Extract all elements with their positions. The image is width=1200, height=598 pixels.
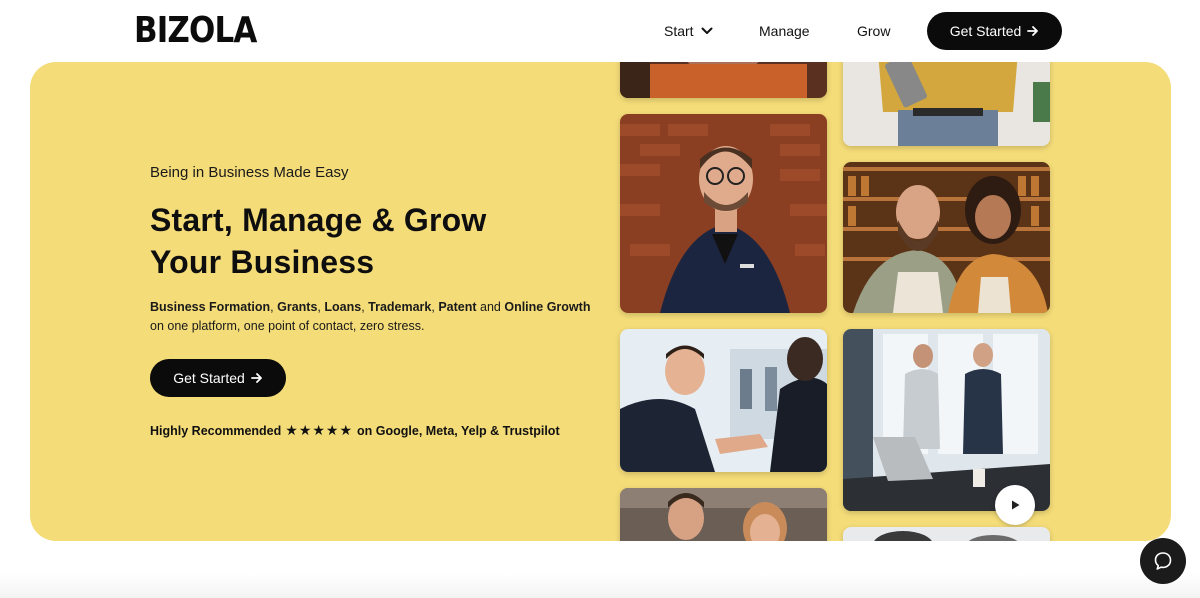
nav-start[interactable]: Start bbox=[664, 0, 714, 62]
recommend-prefix: Highly Recommended bbox=[150, 423, 282, 438]
service-business-formation: Business Formation bbox=[150, 300, 271, 314]
video-play-button[interactable] bbox=[995, 485, 1035, 525]
service-grants: Grants bbox=[277, 300, 318, 314]
photo-tile-smiling-team bbox=[620, 488, 827, 541]
chevron-down-icon bbox=[701, 27, 713, 34]
chat-icon bbox=[1154, 552, 1172, 570]
header-get-started-button[interactable]: Get Started bbox=[927, 12, 1062, 50]
next-section-edge bbox=[0, 574, 1200, 598]
header-cta-label: Get Started bbox=[949, 23, 1022, 39]
chat-widget-button[interactable] bbox=[1140, 538, 1186, 584]
photo-tile-meeting-room bbox=[843, 329, 1050, 511]
recommend-suffix: on Google, Meta, Yelp & Trustpilot bbox=[357, 423, 560, 438]
photo-meeting-room bbox=[843, 329, 1050, 511]
hero-headline-line1: Start, Manage & Grow bbox=[150, 202, 487, 238]
services-separator: and bbox=[476, 300, 505, 314]
photo-team-partial bbox=[843, 527, 1050, 541]
service-trademark: Trademark bbox=[368, 300, 432, 314]
photo-smiling-team bbox=[620, 488, 827, 541]
play-icon bbox=[1012, 500, 1020, 510]
hero-section: Being in Business Made Easy Start, Manag… bbox=[30, 62, 1171, 541]
hero-cta-label: Get Started bbox=[173, 370, 245, 386]
hero-tagline: on one platform, one point of contact, z… bbox=[150, 319, 425, 333]
service-loans: Loans bbox=[324, 300, 362, 314]
brand-logo[interactable]: BIZOLA bbox=[134, 10, 257, 52]
photo-tile-shop-owners bbox=[843, 162, 1050, 313]
hero-description: Business Formation, Grants, Loans, Trade… bbox=[150, 298, 610, 336]
star-rating-icon: ★★★★★ bbox=[285, 422, 354, 438]
photo-person-orange bbox=[620, 62, 827, 98]
hero-headline-line2: Your Business bbox=[150, 244, 375, 280]
photo-shop-owners bbox=[843, 162, 1050, 313]
photo-tile-man-brick-wall bbox=[620, 114, 827, 313]
service-online-growth: Online Growth bbox=[504, 300, 591, 314]
arrow-right-icon bbox=[250, 373, 262, 383]
photo-tile-woman-tablet bbox=[843, 62, 1050, 146]
hero-get-started-button[interactable]: Get Started bbox=[150, 359, 286, 397]
hero-eyebrow: Being in Business Made Easy bbox=[150, 164, 349, 181]
photo-woman-tablet bbox=[843, 62, 1050, 146]
nav-manage[interactable]: Manage bbox=[759, 0, 810, 62]
nav-start-label: Start bbox=[664, 23, 694, 39]
photo-tile-handshake-office bbox=[620, 329, 827, 472]
site-header: BIZOLA Start Manage Grow Get Started bbox=[0, 0, 1200, 62]
nav-grow[interactable]: Grow bbox=[857, 0, 890, 62]
photo-man-glasses bbox=[620, 114, 827, 313]
hero-headline: Start, Manage & Grow Your Business bbox=[150, 199, 590, 283]
arrow-right-icon bbox=[1027, 26, 1039, 36]
photo-tile-team-partial bbox=[843, 527, 1050, 541]
service-patent: Patent bbox=[438, 300, 477, 314]
photo-handshake bbox=[620, 329, 827, 472]
photo-tile-person-orange bbox=[620, 62, 827, 98]
hero-services: Business Formation, Grants, Loans, Trade… bbox=[150, 298, 610, 317]
recommendation-line: Highly Recommended ★★★★★ on Google, Meta… bbox=[150, 422, 560, 439]
